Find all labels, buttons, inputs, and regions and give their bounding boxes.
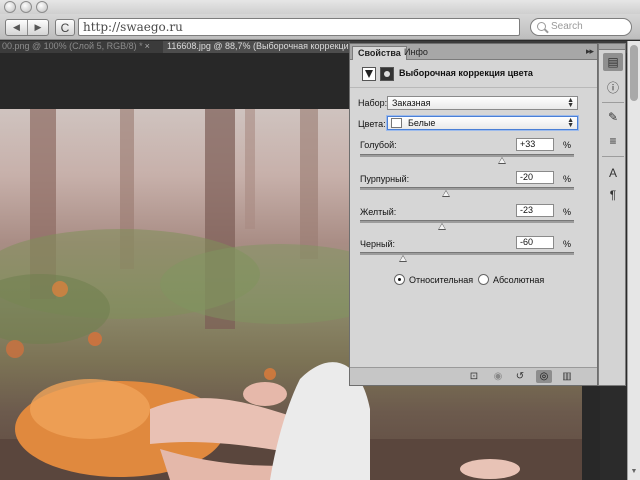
paragraph-icon[interactable]: ¶ [603, 186, 623, 204]
type-icon[interactable]: A [603, 164, 623, 182]
slider-label: Голубой: [360, 140, 397, 150]
document-tab-2[interactable]: 116608.jpg @ 88,7% (Выборочная коррекция… [163, 41, 350, 53]
updown-arrows-icon: ▲ ▼ [567, 117, 574, 129]
clip-to-layer-icon[interactable]: ⊡ [466, 370, 482, 383]
trash-icon[interactable]: ▥ [559, 370, 575, 383]
slider-value-input[interactable]: -23 [516, 204, 554, 217]
updown-arrows-icon: ▲ ▼ [567, 97, 574, 109]
adjustment-icon[interactable] [362, 67, 376, 81]
forward-button[interactable]: ▶ [26, 20, 48, 35]
percent-label: % [563, 174, 572, 184]
dock-divider [602, 102, 624, 103]
slider-label: Желтый: [360, 207, 397, 217]
colors-select[interactable]: Белые ▲ ▼ [387, 116, 578, 130]
percent-label: % [563, 207, 572, 217]
view-previous-icon[interactable]: ◉ [490, 370, 506, 383]
back-arrow-icon: ◀ [13, 22, 20, 32]
percent-label: % [563, 140, 572, 150]
browser-toolbar: ◀ ▶ C http://swaego.ru Search [0, 14, 640, 40]
colors-value: Белые [408, 118, 436, 128]
absolute-label: Абсолютная [493, 275, 545, 285]
layers-icon[interactable]: ▤ [603, 53, 623, 71]
scrollbar-thumb[interactable] [630, 45, 638, 101]
panel-footer: ⊡ ◉ ↺ ◎ ▥ [350, 367, 597, 385]
slider-track[interactable] [360, 252, 574, 262]
percent-label: % [563, 239, 572, 249]
reload-icon: C [60, 20, 70, 35]
dock-grip[interactable] [599, 44, 625, 50]
slider-thumb[interactable] [438, 223, 447, 230]
tab-info[interactable]: Инфо [399, 46, 433, 60]
reload-button[interactable]: C [55, 19, 75, 36]
panel-title: Выборочная коррекция цвета [399, 68, 533, 78]
preset-value: Заказная [392, 98, 431, 108]
address-bar[interactable]: http://swaego.ru [78, 18, 520, 36]
panel-menu-icon[interactable]: ▸▸ [586, 46, 594, 57]
document-tab-label: 00.png @ 100% (Слой 5, RGB/8) * [2, 41, 143, 51]
right-dock: ▤ ⓘ ✎ ≡ A ¶ [598, 43, 626, 386]
absolute-radio[interactable] [478, 274, 489, 285]
browser-titlebar [0, 0, 640, 14]
slider-track[interactable] [360, 154, 574, 164]
relative-label: Относительная [409, 275, 474, 285]
close-window-button[interactable] [4, 1, 16, 13]
back-button[interactable]: ◀ [6, 20, 27, 35]
slider-value-input[interactable]: -20 [516, 171, 554, 184]
slider-value-input[interactable]: -60 [516, 236, 554, 249]
color-swatch [391, 118, 402, 128]
slider-thumb[interactable] [441, 190, 450, 197]
panel-header: Выборочная коррекция цвета [350, 60, 597, 88]
visibility-eye-icon[interactable]: ◎ [536, 370, 552, 383]
adjust-icon[interactable]: ≡ [603, 132, 623, 150]
search-input[interactable]: Search [530, 18, 632, 36]
zoom-window-button[interactable] [36, 1, 48, 13]
preset-select[interactable]: Заказная ▲ ▼ [387, 96, 578, 110]
brush-icon[interactable]: ✎ [603, 108, 623, 126]
close-tab-icon[interactable]: × [143, 41, 150, 51]
colors-label: Цвета: [358, 119, 386, 129]
screen: ◀ ▶ C http://swaego.ru Search 00.png @ 1… [0, 0, 640, 480]
preset-label: Набор: [358, 98, 388, 108]
dock-divider [602, 156, 624, 157]
panel-tabs: Свойства Инфо ▸▸ [350, 44, 597, 60]
nav-buttons: ◀ ▶ [5, 19, 49, 36]
mask-icon[interactable] [380, 67, 394, 81]
slider-value-input[interactable]: +33 [516, 138, 554, 151]
vertical-scrollbar[interactable]: ▼ [627, 41, 640, 480]
properties-panel: Свойства Инфо ▸▸ Выборочная коррекция цв… [349, 43, 598, 386]
relative-radio[interactable] [394, 274, 405, 285]
info-icon[interactable]: ⓘ [603, 79, 623, 97]
slider-label: Пурпурный: [360, 174, 410, 184]
document-tab-1[interactable]: 00.png @ 100% (Слой 5, RGB/8) * × [0, 41, 160, 53]
search-placeholder: Search [551, 21, 583, 32]
slider-thumb[interactable] [398, 255, 407, 262]
scroll-down-arrow-icon[interactable]: ▼ [630, 466, 638, 478]
reset-icon[interactable]: ↺ [512, 370, 528, 383]
slider-thumb[interactable] [498, 157, 507, 164]
slider-track[interactable] [360, 220, 574, 230]
minimize-window-button[interactable] [20, 1, 32, 13]
search-icon [537, 22, 546, 31]
document-tab-label: 116608.jpg @ 88,7% (Выборочная коррекция… [167, 41, 350, 51]
slider-label: Черный: [360, 239, 395, 249]
slider-track[interactable] [360, 187, 574, 197]
forward-arrow-icon: ▶ [34, 22, 42, 32]
